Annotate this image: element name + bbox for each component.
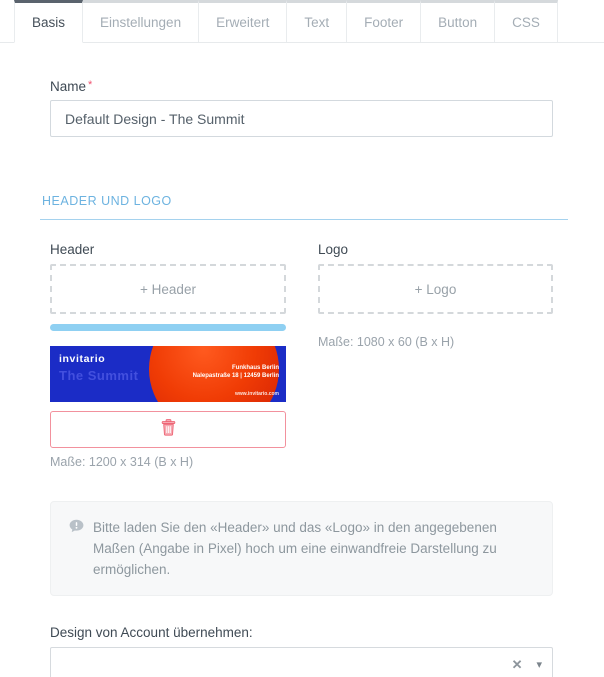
tab-basis[interactable]: Basis [14,0,84,43]
chevron-down-icon[interactable]: ▾ [536,658,542,671]
upload-progress-bar [50,324,286,331]
header-upload-dropzone[interactable]: + Header [50,264,286,314]
delete-header-button[interactable] [50,411,286,448]
logo-label: Logo [318,242,349,257]
info-note-text: Bitte laden Sie den «Header» und das «Lo… [93,520,497,577]
tab-einstellungen[interactable]: Einstellungen [82,0,200,42]
logo-upload-dropzone[interactable]: + Logo [318,264,553,314]
tab-panel-basis: Name* HEADER UND LOGO Header + Header in… [0,79,604,677]
clear-x-icon[interactable]: ✕ [512,657,523,673]
tab-text[interactable]: Text [286,0,348,42]
header-upload-column: Header + Header invitario The Summit Fun… [50,242,286,469]
banner-event-title: The Summit [59,368,139,383]
banner-website: www.invitario.com [235,391,279,397]
tab-button[interactable]: Button [420,0,496,42]
banner-brand-logo: invitario [59,353,106,365]
logo-dimensions-hint: Maße: 1080 x 60 (B x H) [318,335,455,349]
banner-address-line1: Funkhaus Berlin [231,365,279,371]
header-dimensions-hint: Maße: 1200 x 314 (B x H) [50,455,194,469]
account-design-label: Design von Account übernehmen: [50,625,253,640]
logo-upload-column: Logo + Logo Maße: 1080 x 60 (B x H) [318,242,553,469]
account-design-select[interactable]: ✕ ▾ [50,647,553,677]
trash-icon [161,418,176,441]
name-input[interactable] [50,100,553,137]
name-label: Name * [50,79,553,94]
tab-erweitert[interactable]: Erweitert [198,0,288,42]
section-title: HEADER UND LOGO [42,194,172,208]
header-label: Header [50,242,95,257]
header-preview-image: invitario The Summit Funkhaus Berlin Nal… [50,346,286,402]
tab-bar: Basis Einstellungen Erweitert Text Foote… [0,0,604,43]
name-label-text: Name [50,79,87,94]
speech-bubble-icon [69,519,84,580]
info-note-box: Bitte laden Sie den «Header» und das «Lo… [50,501,553,596]
required-asterisk: * [88,79,93,91]
banner-address: Funkhaus Berlin Nalepastraße 18 | 12459 … [193,364,279,380]
tab-css[interactable]: CSS [494,0,558,42]
tab-footer[interactable]: Footer [346,0,422,42]
section-header-und-logo: HEADER UND LOGO [40,192,568,220]
banner-address-line2: Nalepastraße 18 | 12459 Berlin [192,373,279,379]
